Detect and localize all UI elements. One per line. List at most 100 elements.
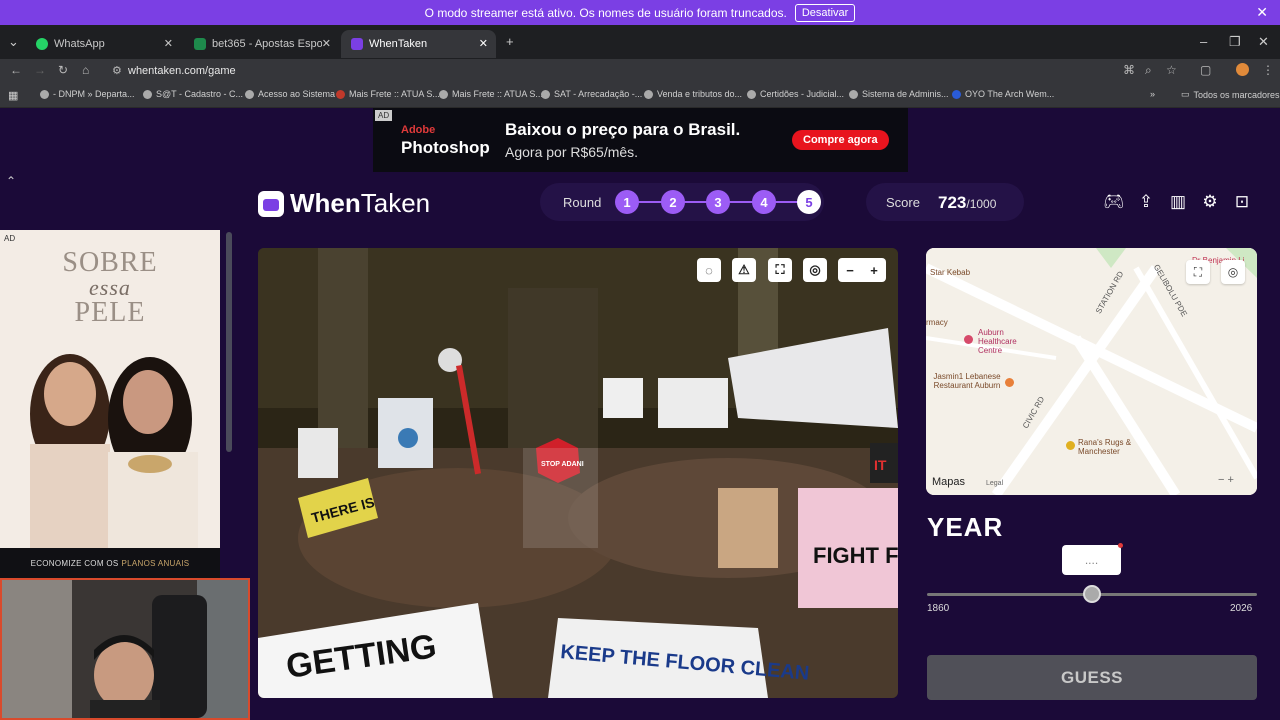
url-field[interactable]: ⚙ whentaken.com/game (112, 61, 1112, 81)
photo-zoom-controls: − + (838, 258, 886, 282)
extensions-icon[interactable]: ▢ (1200, 63, 1211, 77)
health-pin-icon[interactable] (964, 335, 973, 344)
fullscreen-icon[interactable]: ⛶ (768, 258, 792, 282)
new-tab-icon[interactable]: + (506, 34, 514, 49)
close-tab-icon[interactable]: ✕ (322, 37, 331, 50)
minimize-icon[interactable]: – (1200, 34, 1207, 49)
warning-icon[interactable]: ⚠ (732, 258, 756, 282)
bookmark-label: OYO The Arch Wem... (965, 89, 1055, 99)
round-label: Round (563, 195, 602, 210)
whentaken-logo[interactable]: When Taken (258, 188, 430, 219)
side-advertisement[interactable]: AD SOBRE essa PELE ECONOMIZE COM OS PLANO… (0, 230, 220, 578)
score-max: /1000 (966, 197, 997, 211)
year-value: .... (1084, 553, 1099, 567)
map-locate-icon[interactable]: ◎ (1221, 260, 1245, 284)
reload-icon[interactable]: ↻ (58, 63, 68, 77)
close-icon[interactable]: ✕ (1256, 4, 1268, 21)
address-bar: ← → ↻ ⌂ ⚙ whentaken.com/game ⌘ ⌕ ☆ ▢ ⋮ (0, 59, 1280, 83)
scrollbar[interactable] (226, 232, 232, 452)
profile-avatar[interactable] (1236, 63, 1249, 76)
bookmark[interactable]: Mais Frete :: ATUA S... (336, 89, 440, 99)
round-step: 2 (661, 190, 685, 214)
shop-pin-icon[interactable] (1066, 441, 1075, 450)
lightbulb-icon[interactable]: ◌ (697, 258, 721, 282)
year-slider-thumb[interactable] (1083, 585, 1101, 603)
menu-icon[interactable]: ⋮ (1262, 63, 1274, 77)
focus-icon[interactable]: ◎ (803, 258, 827, 282)
more-bookmarks-icon[interactable]: » (1150, 89, 1155, 99)
bookmark[interactable]: OYO The Arch Wem... (952, 89, 1054, 99)
bookmark-label: Mais Frete :: ATUA S... (452, 89, 543, 99)
disable-streamer-button[interactable]: Desativar (794, 3, 856, 22)
site-info-icon[interactable]: ⚙ (112, 61, 122, 81)
ad-subline: Agora por R$65/mês. (505, 144, 639, 160)
bookmark[interactable]: Mais Frete :: ATUA S... (439, 89, 543, 99)
bookmark-star-icon[interactable]: ☆ (1166, 63, 1177, 77)
round-step: 3 (706, 190, 730, 214)
collapse-chevron-icon[interactable]: ⌃ (6, 174, 16, 188)
header-actions: 🎮︎ ⇪ ▥ ⚙ ⊡ (1103, 192, 1252, 212)
gamepad-icon[interactable]: 🎮︎ (1103, 192, 1125, 212)
bookmark-icon (143, 89, 152, 99)
ad-label: AD (4, 234, 16, 243)
bookmark-icon (644, 89, 653, 99)
bookmark-icon (40, 89, 49, 99)
bookmark[interactable]: Certidões - Judicial... (747, 89, 844, 99)
ad-cta-button[interactable]: Compre agora (792, 130, 889, 150)
tab-whatsapp[interactable]: WhatsApp ✕ (26, 30, 181, 58)
bookmark-icon (952, 89, 961, 99)
share-icon[interactable]: ⇪ (1136, 192, 1156, 212)
round-step-current: 5 (797, 190, 821, 214)
tab-label: WhatsApp (54, 38, 105, 50)
all-bookmarks-folder[interactable]: ▭ Todos os marcadores (1181, 89, 1280, 100)
bookmark[interactable]: Sistema de Adminis... (849, 89, 949, 99)
bookmark[interactable]: - DNPM » Departa... (40, 89, 135, 99)
ad-band-highlight: PLANOS ANUAIS (121, 558, 190, 568)
bookmark-label: Todos os marcadores (1193, 89, 1280, 100)
historical-photo[interactable]: THERE IS STOP ADANI FIGHT FOR IT GETTING… (258, 248, 898, 698)
legal-link[interactable]: Legal (986, 480, 1003, 487)
map-fullscreen-icon[interactable]: ⛶ (1186, 260, 1210, 284)
bookmark[interactable]: SAT - Arrecadação -... (541, 89, 642, 99)
score-label: Score (886, 195, 920, 210)
map-zoom-controls[interactable]: − + (1218, 474, 1234, 486)
restore-icon[interactable]: ❐ (1229, 34, 1241, 50)
tab-bar: ⌄ WhatsApp ✕ bet365 - Apostas Esportivas… (0, 25, 1280, 59)
bookmark-icon (245, 89, 254, 99)
map-label: Jasmin1 Lebanese Restaurant Auburn (933, 372, 1001, 390)
tab-bet365[interactable]: bet365 - Apostas Esportivas Or ✕ (184, 30, 339, 58)
tab-search-icon[interactable]: ⌄ (8, 34, 19, 50)
bookmark[interactable]: Acesso ao Sistema (245, 89, 335, 99)
year-value-field[interactable]: .... (1062, 543, 1123, 575)
gear-icon[interactable]: ⚙ (1200, 192, 1220, 212)
bookmark-icon (541, 89, 550, 99)
tab-label: WhenTaken (369, 38, 428, 50)
tab-whentaken[interactable]: WhenTaken ✕ (341, 30, 496, 58)
placard-text: FIGHT FOR (813, 543, 898, 568)
location-map[interactable]: Star Kebab rmacy Auburn Healthcare Centr… (926, 248, 1257, 495)
close-tab-icon[interactable]: ✕ (479, 37, 488, 50)
forward-icon[interactable]: → (34, 63, 46, 77)
stats-icon[interactable]: ▥ (1168, 192, 1188, 212)
bookmark[interactable]: Venda e tributos do... (644, 89, 742, 99)
back-icon[interactable]: ← (10, 63, 22, 77)
bookmark-label: Venda e tributos do... (657, 89, 743, 99)
guess-button[interactable]: GUESS (927, 655, 1257, 700)
window-close-icon[interactable]: ✕ (1258, 34, 1269, 50)
zoom-icon[interactable]: ⌕ (1145, 63, 1152, 78)
photo-fullscreen-controls: ⛶ (768, 258, 792, 282)
restaurant-pin-icon[interactable] (1005, 378, 1014, 387)
translate-icon[interactable]: ⌘ (1123, 63, 1135, 77)
bookmark-label: Sistema de Adminis... (862, 89, 949, 99)
zoom-in-icon[interactable]: + (862, 258, 886, 282)
ad-brand-line1: Adobe (401, 124, 436, 136)
streamer-message: O modo streamer está ativo. Os nomes de … (424, 5, 787, 20)
top-advertisement[interactable]: AD Adobe Photoshop Baixou o preço para o… (373, 108, 908, 172)
apps-icon[interactable]: ▦ (8, 89, 18, 102)
zoom-out-icon[interactable]: − (838, 258, 862, 282)
bookmark[interactable]: S@T - Cadastro - C... (143, 89, 243, 99)
profile-icon[interactable]: ⊡ (1232, 192, 1252, 212)
close-tab-icon[interactable]: ✕ (164, 37, 173, 50)
ad-title-line1: SOBRE (62, 247, 158, 278)
home-icon[interactable]: ⌂ (82, 63, 89, 77)
